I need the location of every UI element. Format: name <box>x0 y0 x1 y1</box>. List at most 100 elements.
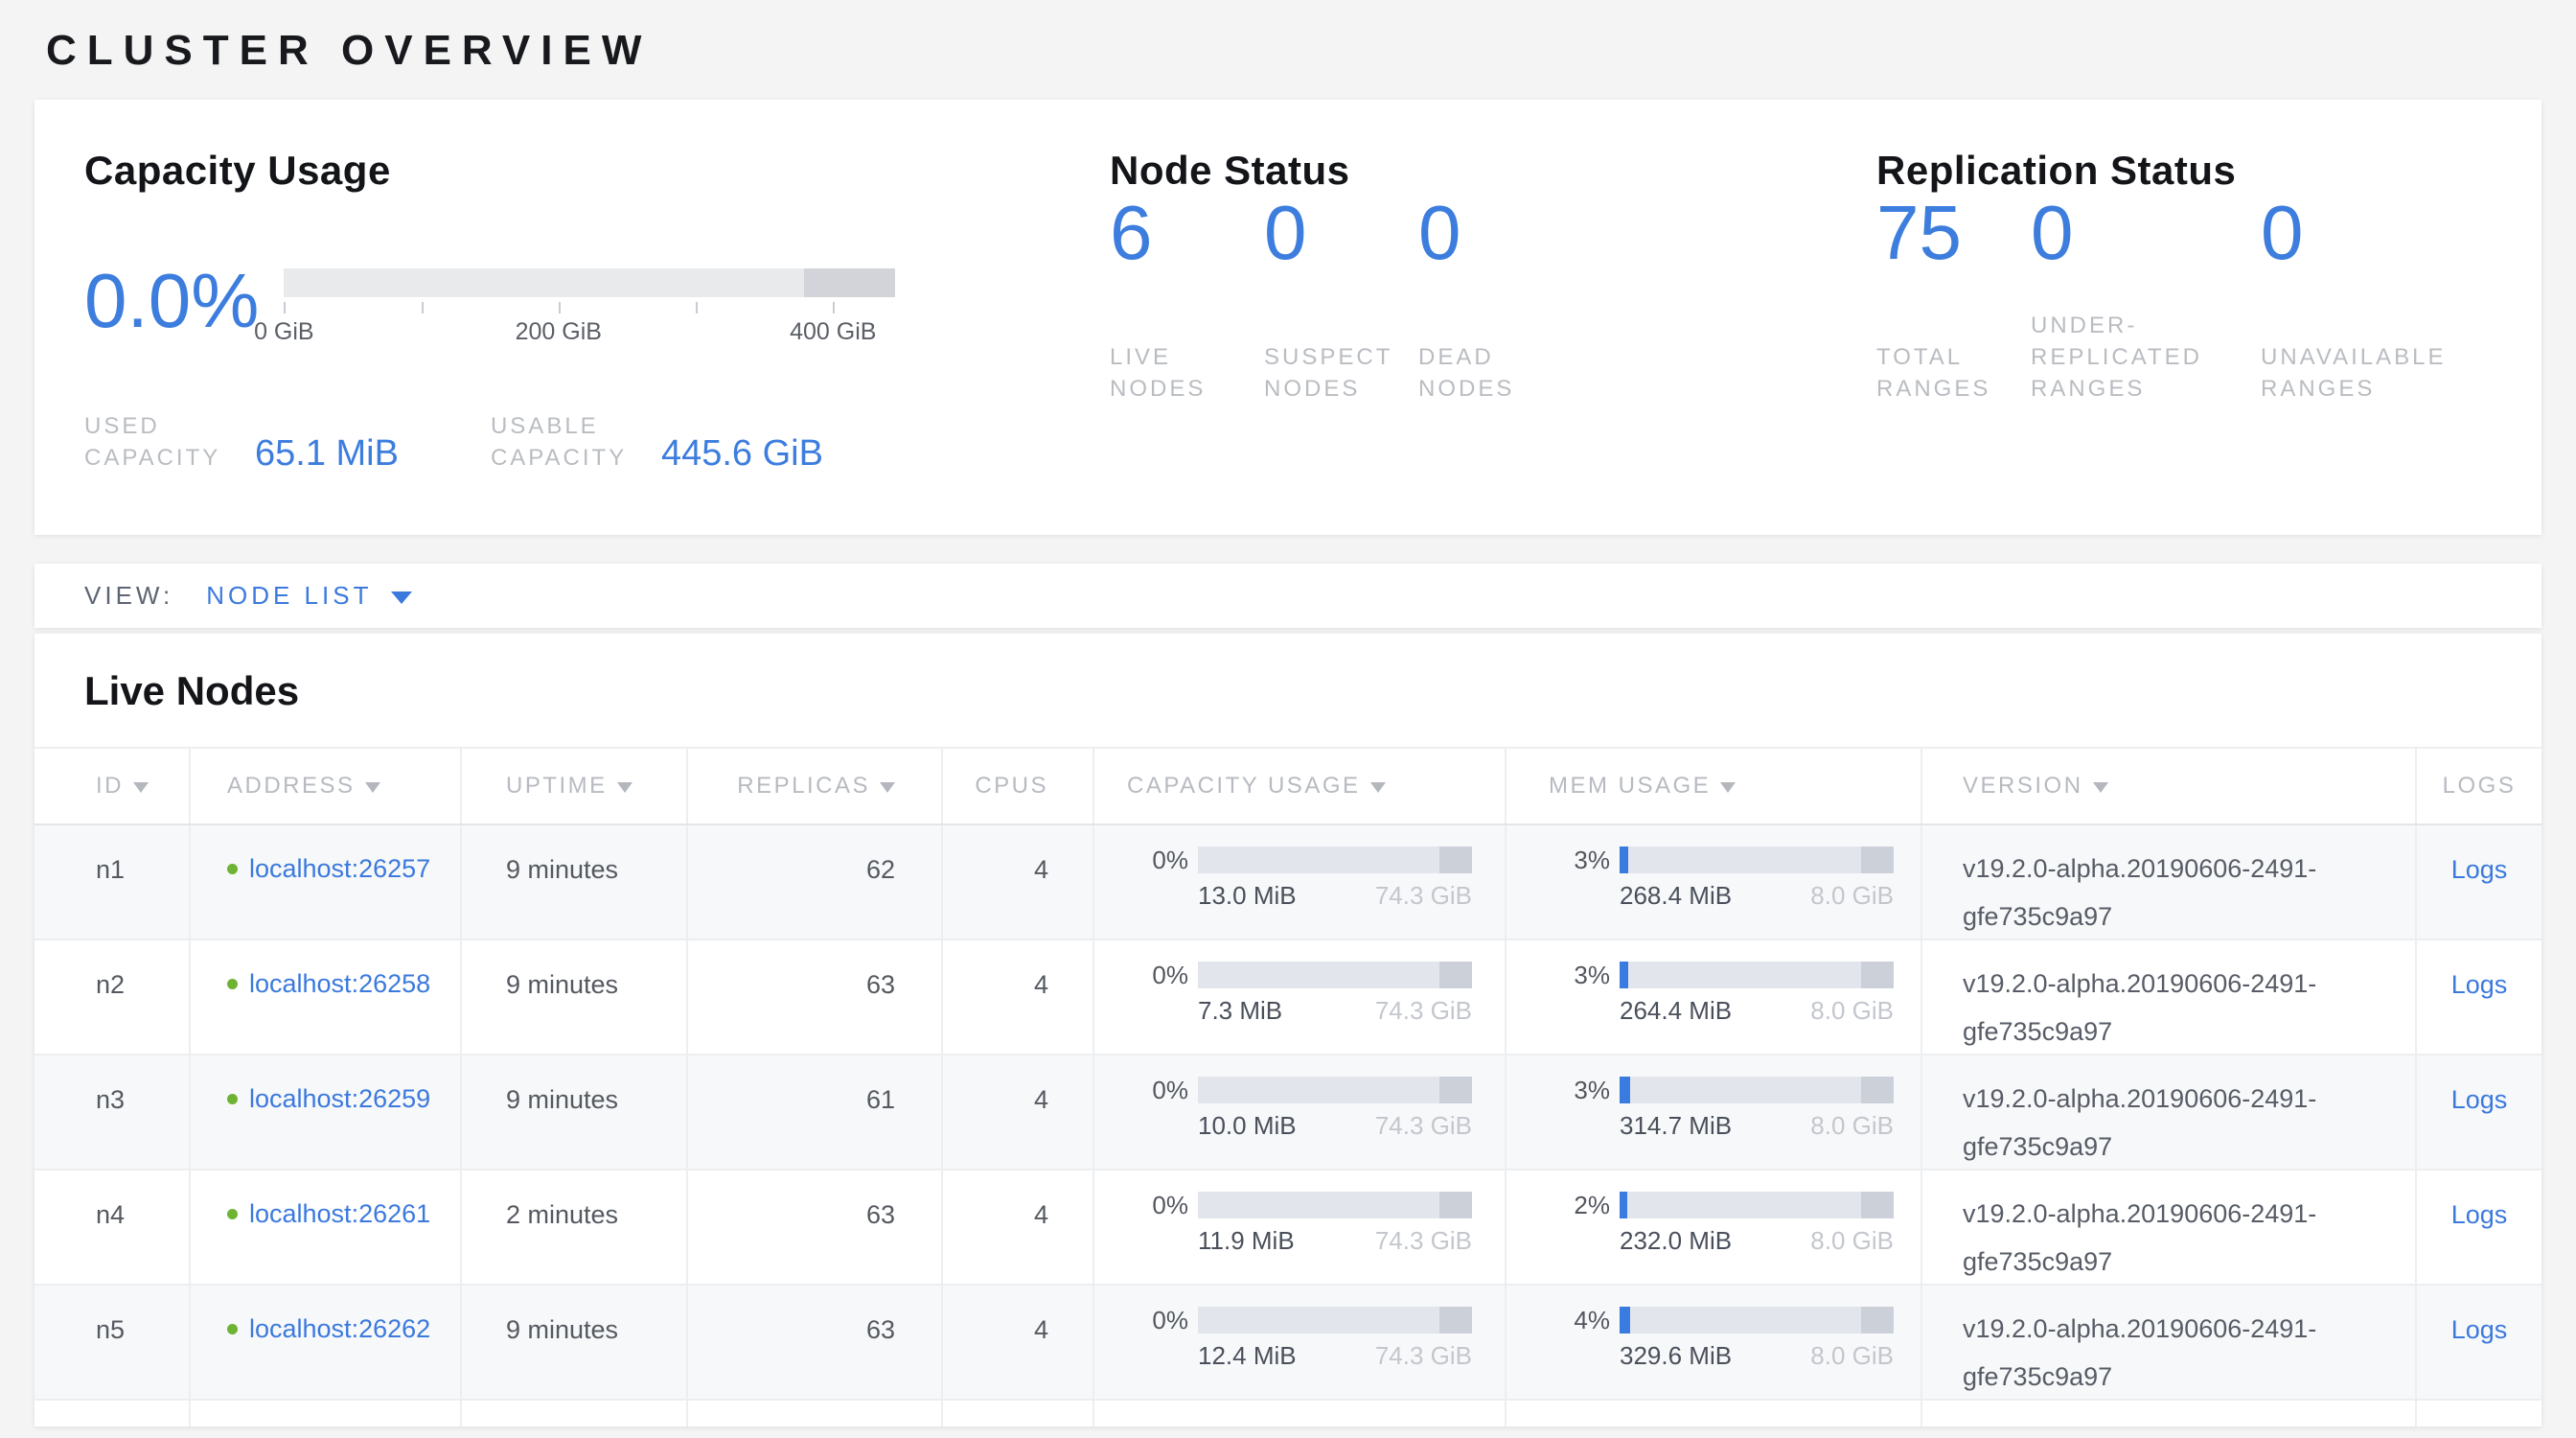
memory-usage-percent: 3% <box>1549 847 1610 873</box>
memory-usage-bar-line: 3% <box>1549 962 1920 988</box>
capacity-usage-cell: 0% 13.0 MiB74.3 GiB <box>1094 825 1506 939</box>
cluster-summary-card: Capacity Usage 0.0% 0 GiB200 GiB400 GiB … <box>34 100 2542 535</box>
memory-usage-bar-reserved <box>1861 1307 1894 1334</box>
capacity-usage-percent: 0% <box>1127 847 1188 873</box>
capacity-axis-ticks <box>284 299 895 314</box>
column-header-address[interactable]: ADDRESS <box>191 749 462 823</box>
capacity-usage-section: Capacity Usage 0.0% 0 GiB200 GiB400 GiB … <box>84 148 1110 535</box>
memory-usage-bar-fill <box>1620 962 1628 988</box>
memory-usage-bar-fill <box>1620 1077 1630 1103</box>
capacity-usage-values: 13.0 MiB74.3 GiB <box>1198 881 1472 910</box>
live-nodes-stat: 6 LIVE NODES <box>1110 194 1264 405</box>
live-nodes-value: 6 <box>1110 194 1247 272</box>
node-address-link[interactable]: localhost:26261 <box>249 1190 431 1238</box>
suspect-nodes-stat: 0 SUSPECT NODES <box>1264 194 1418 405</box>
node-id-cell: n2 <box>34 940 191 1054</box>
node-logs-link[interactable]: Logs <box>2451 1315 2508 1344</box>
node-cpus: 4 <box>1034 1315 1048 1344</box>
node-id: n2 <box>96 970 125 999</box>
capacity-usage-values: 12.4 MiB74.3 GiB <box>1198 1341 1472 1370</box>
capacity-usage-values: 11.9 MiB74.3 GiB <box>1198 1226 1472 1255</box>
memory-usage-bar <box>1620 1307 1894 1334</box>
column-header-id[interactable]: ID <box>34 749 191 823</box>
memory-usage-cell: 3%314.7 MiB8.0 GiB <box>1506 1055 1922 1169</box>
node-logs-cell: Logs <box>2417 825 2542 939</box>
node-replicas-cell: 63 <box>688 1286 943 1399</box>
empty-cell <box>688 1401 943 1426</box>
table-row: n2localhost:262589 minutes6340%7.3 MiB74… <box>34 940 2542 1055</box>
table-row: n5localhost:262629 minutes6340%12.4 MiB7… <box>34 1286 2542 1401</box>
node-uptime: 9 minutes <box>506 1085 618 1114</box>
node-address-link[interactable]: localhost:26257 <box>249 845 431 893</box>
node-cpus-cell: 4 <box>943 940 1094 1054</box>
chevron-down-icon <box>391 591 412 604</box>
node-address-link[interactable]: localhost:26262 <box>249 1305 431 1353</box>
table-row: n3localhost:262599 minutes6140%10.0 MiB7… <box>34 1055 2542 1171</box>
node-id: n5 <box>96 1315 125 1344</box>
capacity-usage-chart: 0 GiB200 GiB400 GiB <box>284 268 895 347</box>
replication-status-title: Replication Status <box>1876 148 2542 194</box>
node-logs-link[interactable]: Logs <box>2451 1085 2508 1114</box>
node-replicas: 62 <box>866 855 895 884</box>
empty-cell <box>34 1401 191 1426</box>
capacity-usage-bar-line: 0% <box>1127 1307 1505 1334</box>
node-id: n3 <box>96 1085 125 1114</box>
node-version: v19.2.0-alpha.20190606-2491-gfe735c9a97 <box>1963 1190 2379 1284</box>
sort-desc-icon <box>1720 782 1736 793</box>
memory-used-value: 264.4 MiB <box>1620 996 1732 1025</box>
capacity-usage-bar-reserved <box>1439 1077 1472 1103</box>
column-header-version[interactable]: VERSION <box>1922 749 2417 823</box>
node-live-status-dot-icon <box>227 1094 238 1104</box>
live-nodes-table: IDADDRESSUPTIMEREPLICASCPUSCAPACITY USAG… <box>34 747 2542 1426</box>
capacity-used-value: 11.9 MiB <box>1198 1226 1295 1255</box>
node-address-cell: localhost:26262 <box>191 1286 462 1399</box>
node-uptime-cell: 9 minutes <box>462 825 688 939</box>
node-cpus: 4 <box>1034 1085 1048 1114</box>
memory-usage-cell: 3%268.4 MiB8.0 GiB <box>1506 825 1922 939</box>
empty-cell <box>191 1401 462 1426</box>
node-address: localhost:26262 <box>227 1305 460 1353</box>
memory-usage-values: 232.0 MiB8.0 GiB <box>1620 1226 1894 1255</box>
node-logs-cell: Logs <box>2417 1055 2542 1169</box>
memory-usage-values: 329.6 MiB8.0 GiB <box>1620 1341 1894 1370</box>
node-logs-link[interactable]: Logs <box>2451 855 2508 884</box>
memory-usage-cell: 3%264.4 MiB8.0 GiB <box>1506 940 1922 1054</box>
capacity-usage-values: 10.0 MiB74.3 GiB <box>1198 1111 1472 1140</box>
memory-usage-bar-fill <box>1620 1192 1627 1218</box>
node-address-cell: localhost:26261 <box>191 1171 462 1284</box>
live-nodes-label: LIVE NODES <box>1110 341 1247 405</box>
axis-tick-mark <box>696 302 698 313</box>
node-address-link[interactable]: localhost:26259 <box>249 1075 431 1123</box>
sort-desc-icon <box>133 782 149 793</box>
node-logs-link[interactable]: Logs <box>2451 970 2508 999</box>
memory-usage-values: 314.7 MiB8.0 GiB <box>1620 1111 1894 1140</box>
column-header-capacity[interactable]: CAPACITY USAGE <box>1094 749 1506 823</box>
node-version: v19.2.0-alpha.20190606-2491-gfe735c9a97 <box>1963 960 2379 1054</box>
capacity-total-value: 74.3 GiB <box>1375 1341 1472 1370</box>
node-id: n4 <box>96 1200 125 1229</box>
under-replicated-ranges-stat: 0 UNDER-REPLICATED RANGES <box>2031 194 2261 405</box>
node-logs-link[interactable]: Logs <box>2451 1200 2508 1229</box>
memory-total-value: 8.0 GiB <box>1810 1341 1894 1370</box>
memory-usage-bar-reserved <box>1861 962 1894 988</box>
node-replicas: 63 <box>866 970 895 999</box>
memory-usage-bar <box>1620 962 1894 988</box>
column-header-uptime[interactable]: UPTIME <box>462 749 688 823</box>
memory-usage-bar-reserved <box>1861 1192 1894 1218</box>
memory-usage-percent: 4% <box>1549 1307 1610 1334</box>
node-logs-cell: Logs <box>2417 1286 2542 1399</box>
capacity-usage-percent: 0% <box>1127 1307 1188 1334</box>
memory-usage-percent: 3% <box>1549 962 1610 988</box>
column-header-label: VERSION <box>1963 773 2083 800</box>
axis-tick-mark <box>284 302 286 313</box>
node-address: localhost:26258 <box>227 960 460 1008</box>
node-live-status-dot-icon <box>227 979 238 989</box>
node-id-cell: n1 <box>34 825 191 939</box>
capacity-bar-reserved-segment <box>804 268 896 297</box>
column-header-memory[interactable]: MEM USAGE <box>1506 749 1922 823</box>
view-dropdown[interactable]: NODE LIST <box>206 581 412 611</box>
total-ranges-label: TOTAL RANGES <box>1876 341 2013 405</box>
node-address-link[interactable]: localhost:26258 <box>249 960 431 1008</box>
column-header-replicas[interactable]: REPLICAS <box>688 749 943 823</box>
total-ranges-stat: 75 TOTAL RANGES <box>1876 194 2031 405</box>
